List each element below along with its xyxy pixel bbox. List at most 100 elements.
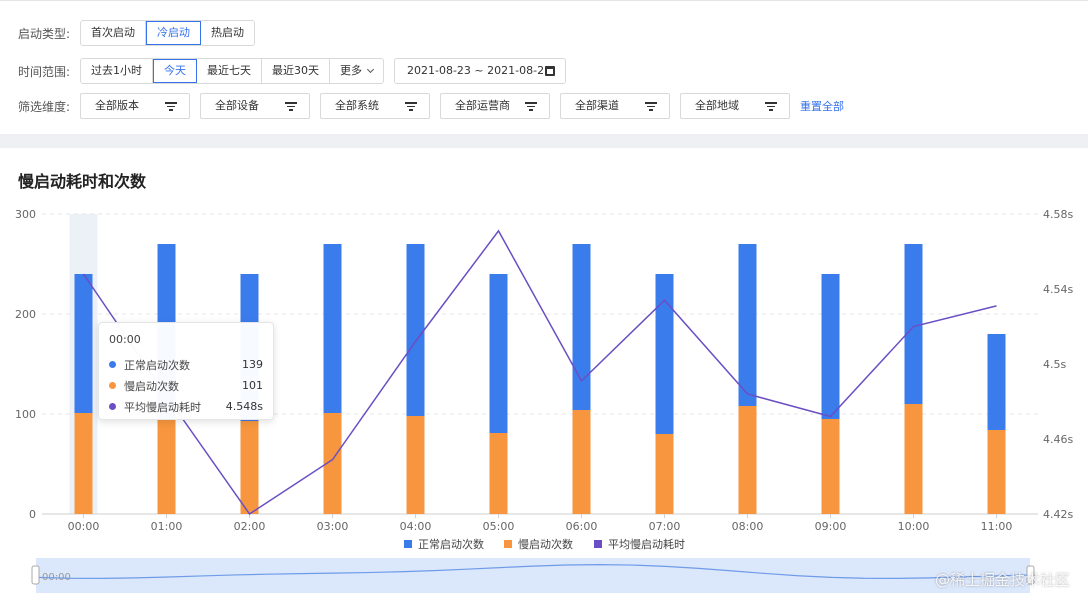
- chevron-down-icon: [366, 65, 375, 74]
- zoom-start-label: 00:00: [42, 572, 71, 583]
- bar-slow: [655, 434, 674, 514]
- tooltip-name: 慢启动次数: [124, 379, 179, 393]
- bar-normal: [655, 274, 674, 434]
- filter-icon: [525, 102, 537, 111]
- date-range-picker[interactable]: 2021-08-23 ~ 2021-08-23: [394, 58, 566, 84]
- system-dropdown[interactable]: 全部系统: [320, 93, 430, 119]
- carrier-dropdown[interactable]: 全部运营商: [440, 93, 550, 119]
- device-dropdown-label: 全部设备: [215, 99, 259, 112]
- launch-type-segmented: 首次启动 冷启动 热启动: [80, 20, 255, 46]
- x-tick-label: 01:00: [151, 520, 183, 533]
- carrier-dropdown-label: 全部运营商: [455, 99, 510, 112]
- launch-type-row: 启动类型: 首次启动 冷启动 热启动: [18, 18, 255, 48]
- chart-tooltip: 00:00 正常启动次数 139 慢启动次数 101 平均慢启动耗时 4.548…: [98, 322, 274, 420]
- version-dropdown-label: 全部版本: [95, 99, 139, 112]
- channel-dropdown-label: 全部渠道: [575, 99, 619, 112]
- bar-slow: [240, 421, 259, 514]
- bar-slow: [157, 420, 176, 514]
- tooltip-title: 00:00: [109, 333, 141, 346]
- tooltip-value: 101: [242, 379, 263, 392]
- x-tick-label: 06:00: [566, 520, 598, 533]
- launch-type-hot[interactable]: 热启动: [201, 21, 254, 45]
- filter-icon: [645, 102, 657, 111]
- x-tick-label: 04:00: [400, 520, 432, 533]
- dimension-label: 筛选维度:: [18, 99, 71, 114]
- x-tick-label: 11:00: [981, 520, 1013, 533]
- bar-normal: [821, 274, 840, 419]
- bar-normal: [323, 244, 342, 413]
- bar-slow: [987, 430, 1006, 514]
- date-range-value: 2021-08-23 ~ 2021-08-23: [407, 64, 552, 77]
- legend-label: 慢启动次数: [518, 537, 573, 551]
- y2-tick-label: 4.46s: [1043, 433, 1073, 446]
- x-tick-label: 00:00: [68, 520, 100, 533]
- device-dropdown[interactable]: 全部设备: [200, 93, 310, 119]
- watermark: @稀土掘金技术社区: [934, 571, 1070, 589]
- bar-normal: [987, 334, 1006, 430]
- x-tick-label: 08:00: [732, 520, 764, 533]
- time-range-7days[interactable]: 最近七天: [197, 59, 262, 83]
- x-tick-label: 03:00: [317, 520, 349, 533]
- y-tick-label: 300: [15, 208, 36, 221]
- y-tick-label: 100: [15, 408, 36, 421]
- bar-slow: [74, 413, 93, 514]
- zoom-slider-bg: [36, 558, 1030, 593]
- chart-title: 慢启动耗时和次数: [18, 172, 147, 191]
- tooltip-row: 慢启动次数 101: [109, 375, 263, 396]
- y-tick-label: 200: [15, 308, 36, 321]
- chart-panel: 0 100 200 300 4.42s 4.46s 4.5s 4.54s 4.58s 00:00 0…: [0, 148, 1088, 606]
- bar-slow: [738, 406, 757, 514]
- tooltip-value: 4.548s: [225, 400, 263, 413]
- legend-swatch: [504, 540, 512, 548]
- channel-dropdown[interactable]: 全部渠道: [560, 93, 670, 119]
- bar-slow: [406, 416, 425, 514]
- launch-type-first[interactable]: 首次启动: [81, 21, 146, 45]
- region-dropdown[interactable]: 全部地域: [680, 93, 790, 119]
- time-range-row: 时间范围: 过去1小时 今天 最近七天 最近30天 更多 2021-08-23 …: [18, 56, 566, 86]
- filter-icon: [165, 102, 177, 111]
- tooltip-row: 正常启动次数 139: [109, 354, 263, 375]
- legend-swatch: [594, 540, 602, 548]
- time-range-segmented: 过去1小时 今天 最近七天 最近30天 更多: [80, 58, 384, 84]
- bar-normal: [738, 244, 757, 406]
- x-tick-label: 02:00: [234, 520, 266, 533]
- launch-type-label: 启动类型:: [18, 26, 71, 41]
- x-tick-label: 10:00: [898, 520, 930, 533]
- time-range-past-hour[interactable]: 过去1小时: [81, 59, 153, 83]
- time-range-more[interactable]: 更多: [330, 59, 383, 83]
- bar-slow: [821, 419, 840, 514]
- legend-swatch: [404, 540, 412, 548]
- tooltip-dot: [109, 403, 116, 410]
- tooltip-dot: [109, 382, 116, 389]
- filter-icon: [285, 102, 297, 111]
- y2-tick-label: 4.54s: [1043, 283, 1073, 296]
- x-tick-label: 05:00: [483, 520, 515, 533]
- time-range-today[interactable]: 今天: [153, 59, 197, 83]
- bar-normal: [572, 244, 591, 410]
- version-dropdown[interactable]: 全部版本: [80, 93, 190, 119]
- time-range-label: 时间范围:: [18, 64, 71, 79]
- filter-icon: [405, 102, 417, 111]
- filter-icon: [765, 102, 777, 111]
- legend-label: 正常启动次数: [418, 537, 484, 551]
- bar-slow: [572, 410, 591, 514]
- bar-normal: [904, 244, 923, 404]
- time-range-more-label: 更多: [340, 64, 362, 77]
- launch-type-cold[interactable]: 冷启动: [146, 21, 201, 45]
- time-range-30days[interactable]: 最近30天: [262, 59, 330, 83]
- region-dropdown-label: 全部地域: [695, 99, 739, 112]
- tooltip-row: 平均慢启动耗时 4.548s: [109, 396, 263, 417]
- bar-normal: [74, 274, 93, 413]
- bar-slow: [904, 404, 923, 514]
- x-tick-label: 07:00: [649, 520, 681, 533]
- tooltip-dot: [109, 361, 116, 368]
- system-dropdown-label: 全部系统: [335, 99, 379, 112]
- y2-tick-label: 4.58s: [1043, 208, 1073, 221]
- tooltip-name: 平均慢启动耗时: [124, 400, 201, 414]
- reset-all-link[interactable]: 重置全部: [800, 98, 844, 114]
- dimension-row: 筛选维度: 全部版本 全部设备 全部系统 全部运营商 全部渠道 全部地域 重置全…: [18, 91, 844, 121]
- bar-slow: [489, 433, 508, 514]
- y2-tick-label: 4.42s: [1043, 508, 1073, 521]
- bar-normal: [489, 274, 508, 433]
- y2-tick-label: 4.5s: [1043, 358, 1066, 371]
